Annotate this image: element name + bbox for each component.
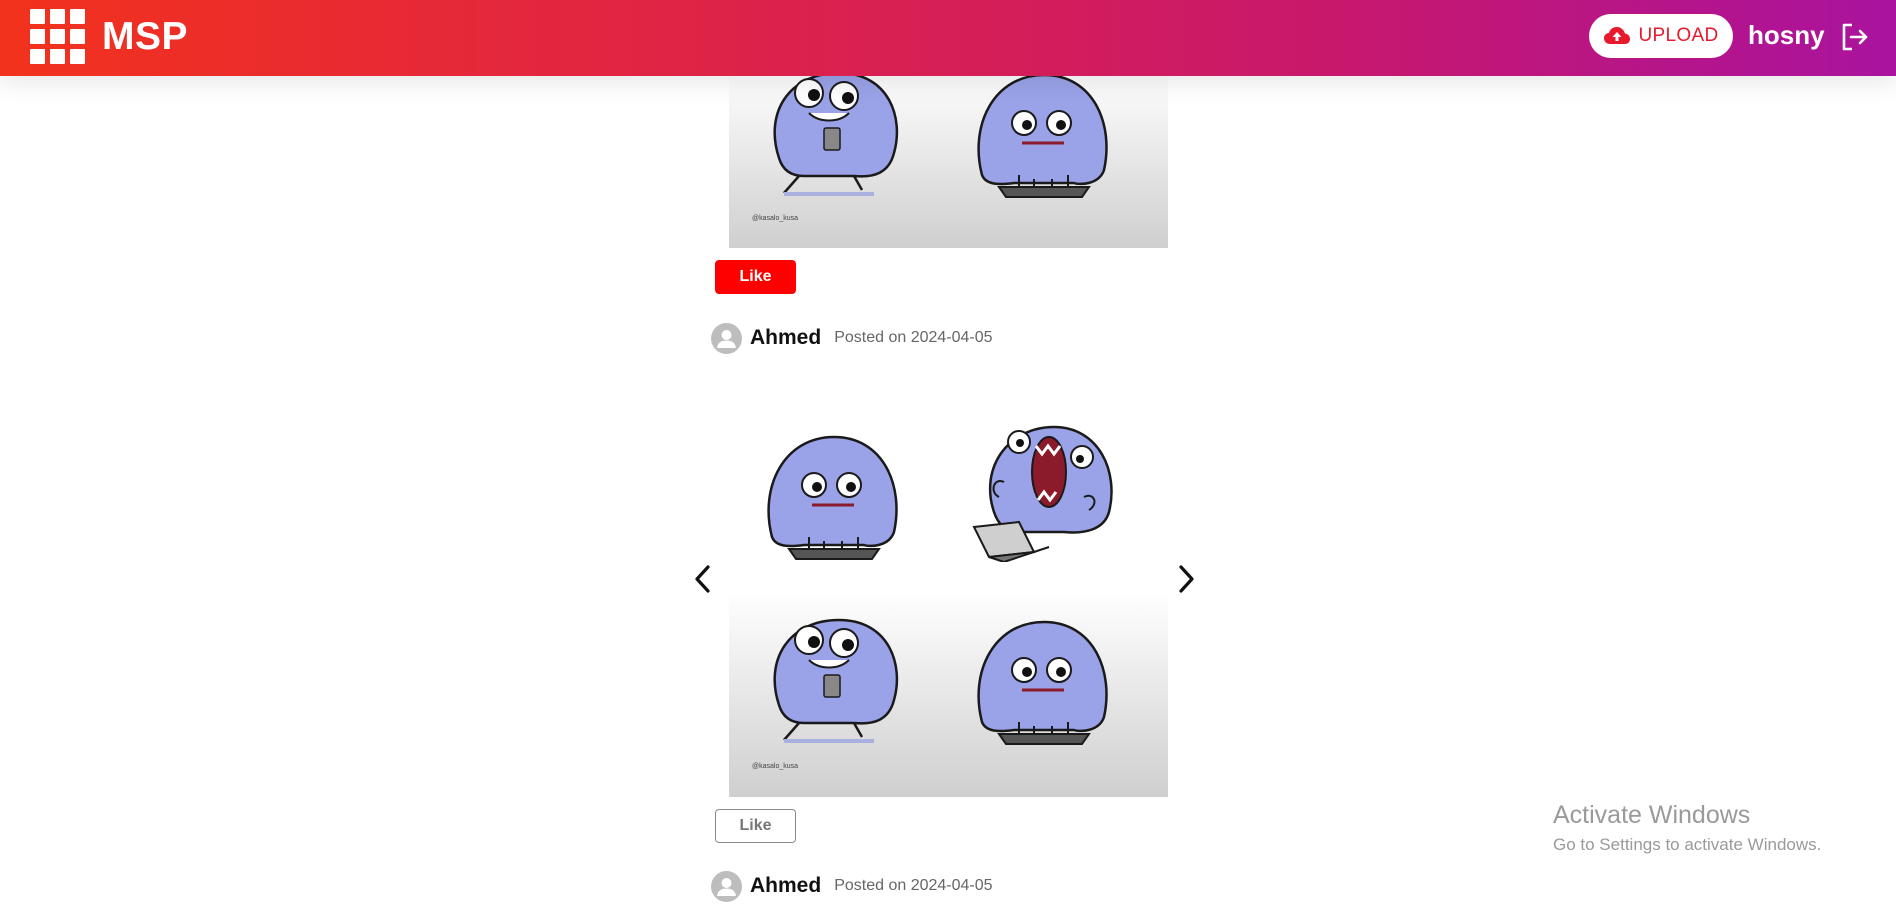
post-image: @kasalo_kusa	[729, 70, 1168, 248]
chevron-left-icon[interactable]	[688, 562, 718, 596]
apps-grid-icon	[30, 9, 86, 65]
like-button[interactable]: Like	[715, 260, 796, 294]
upload-button[interactable]: UPLOAD	[1589, 14, 1733, 58]
logout-icon[interactable]	[1840, 22, 1870, 52]
post-image: @kasalo_kusa	[729, 387, 1168, 797]
upload-label: UPLOAD	[1638, 25, 1719, 46]
author-name[interactable]: Ahmed	[750, 326, 821, 350]
windows-activation-watermark: Activate Windows Go to Settings to activ…	[1553, 801, 1821, 855]
comic-signature: @kasalo_kusa	[752, 763, 798, 770]
brand-logo[interactable]: MSP	[30, 8, 188, 66]
avatar[interactable]	[711, 870, 742, 902]
person-icon	[717, 329, 736, 348]
brand-name: MSP	[102, 15, 189, 58]
post-date: Posted on 2024-04-05	[834, 877, 993, 894]
username[interactable]: hosny	[1748, 20, 1825, 51]
comic-image: @kasalo_kusa	[729, 387, 1168, 797]
like-button[interactable]: Like	[715, 809, 796, 843]
comic-image: @kasalo_kusa	[729, 70, 1168, 248]
post-date: Posted on 2024-04-05	[834, 329, 993, 346]
avatar[interactable]	[711, 322, 742, 354]
top-navbar: MSP UPLOAD hosny	[0, 0, 1896, 76]
comic-signature: @kasalo_kusa	[752, 215, 798, 222]
chevron-right-icon[interactable]	[1171, 562, 1201, 596]
author-name[interactable]: Ahmed	[750, 874, 821, 898]
post-author-row: Ahmed Posted on 2024-04-05	[711, 321, 993, 355]
person-icon	[717, 877, 736, 896]
cloud-upload-icon	[1603, 27, 1630, 44]
watermark-title: Activate Windows	[1553, 801, 1751, 829]
watermark-subtitle: Go to Settings to activate Windows.	[1553, 835, 1822, 854]
post-author-row: Ahmed Posted on 2024-04-05	[711, 869, 993, 903]
